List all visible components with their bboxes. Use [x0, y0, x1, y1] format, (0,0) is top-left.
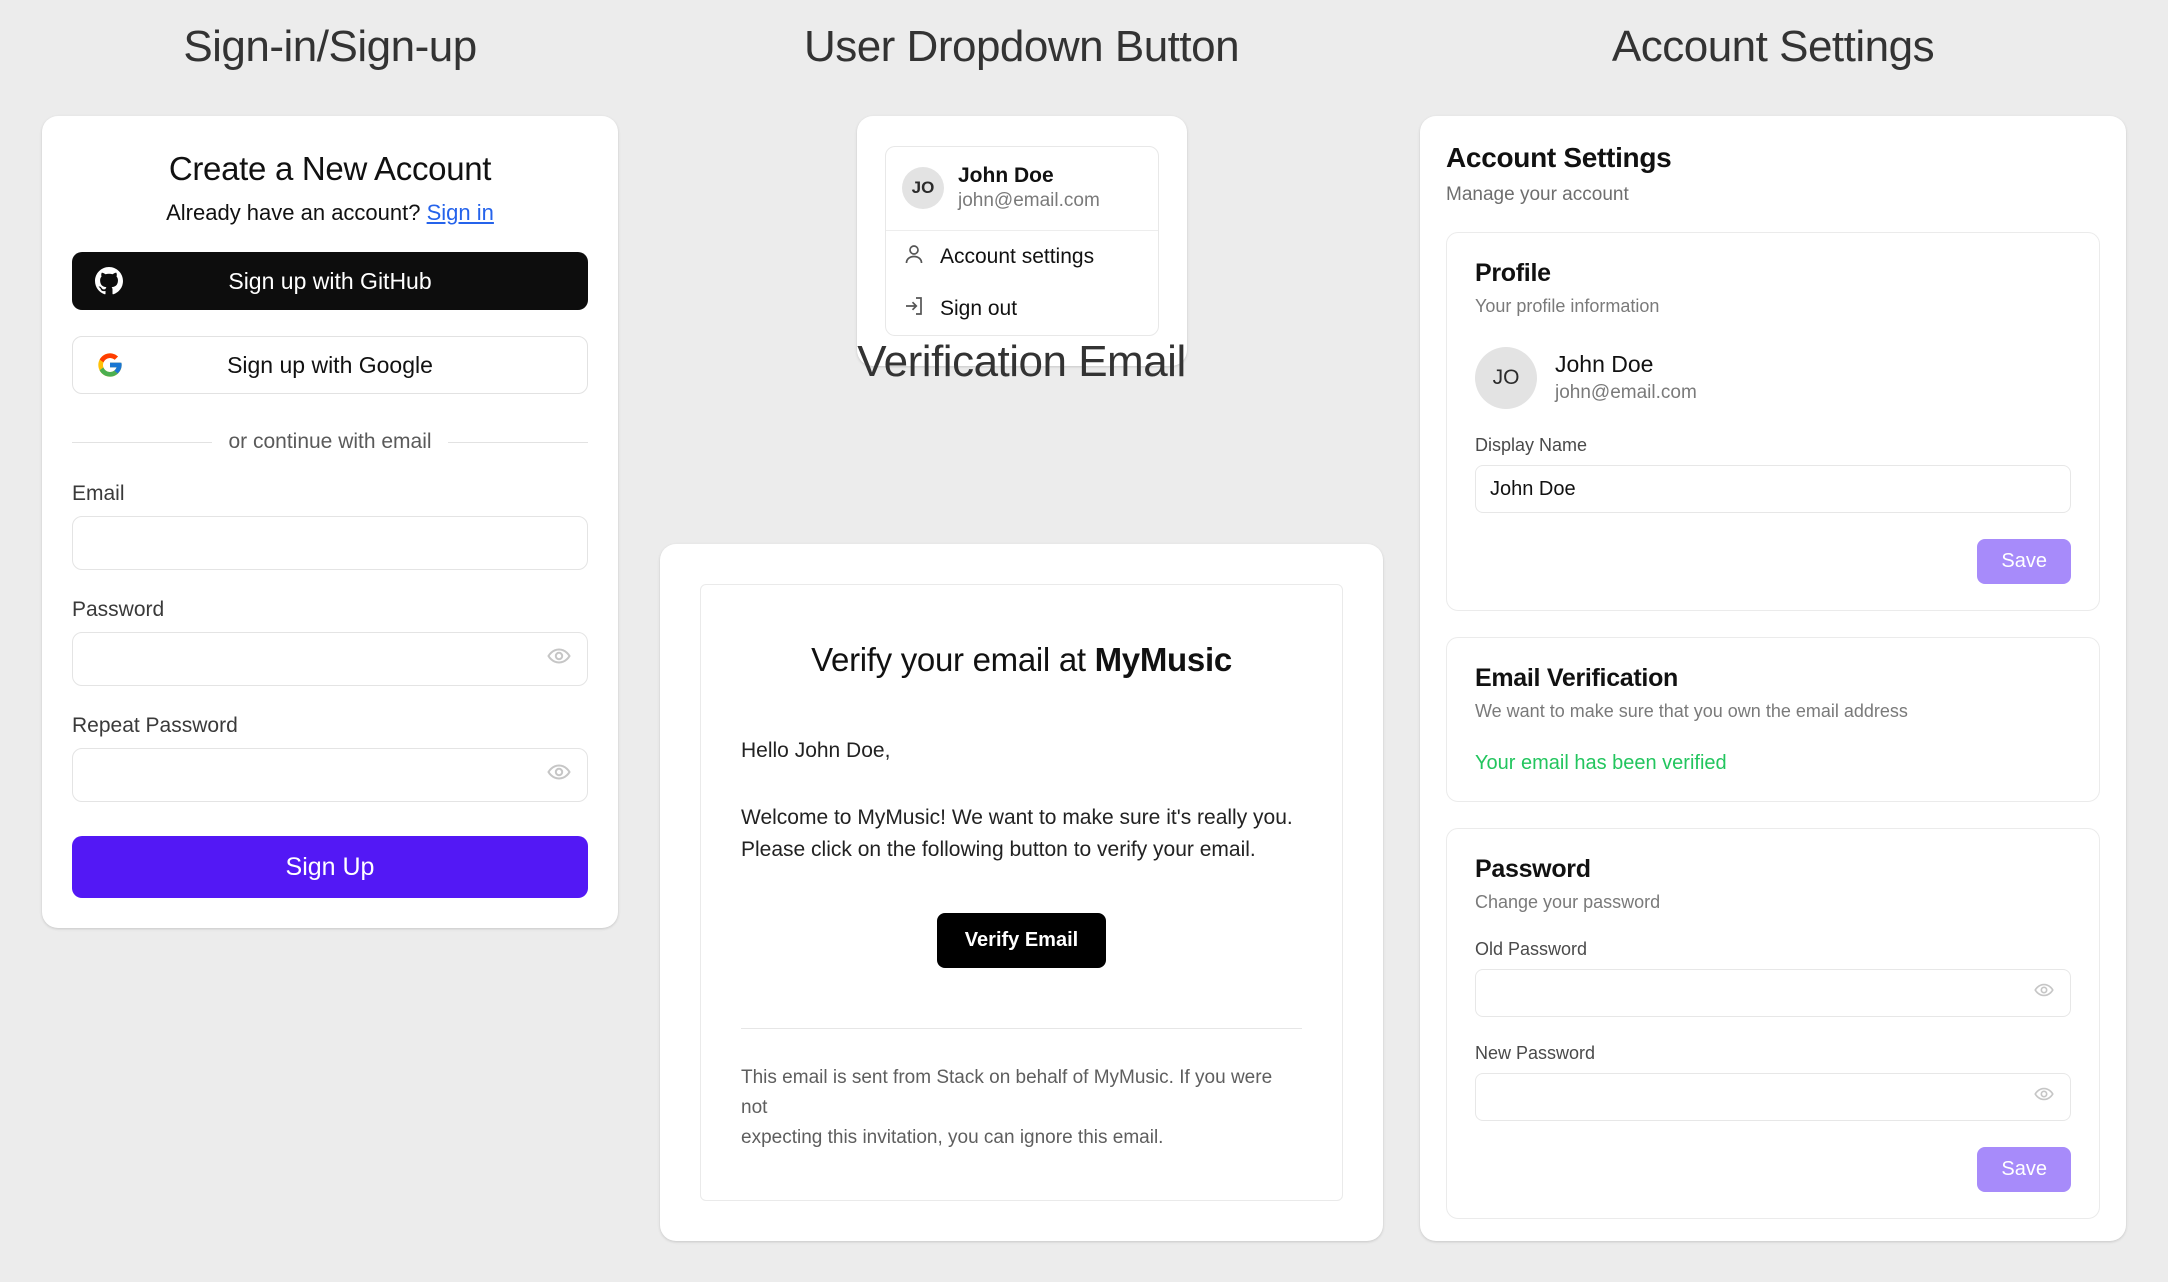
email-input[interactable] — [72, 516, 588, 570]
email-body-line-2: Please click on the following button to … — [741, 838, 1256, 862]
toggle-old-password-visibility-icon[interactable] — [2034, 980, 2054, 1006]
dropdown-user-header: JO John Doe john@email.com — [886, 147, 1158, 231]
dropdown-user-email: john@email.com — [958, 190, 1100, 212]
user-dropdown-card: JO John Doe john@email.com Account setti… — [857, 116, 1187, 366]
account-settings-title: Account Settings — [1446, 142, 1672, 173]
user-dropdown-menu: JO John Doe john@email.com Account setti… — [885, 146, 1159, 336]
email-verification-section: Email Verification We want to make sure … — [1446, 637, 2100, 802]
email-body-frame: Verify your email at MyMusic Hello John … — [700, 584, 1343, 1201]
verification-email-card: Verify your email at MyMusic Hello John … — [660, 544, 1383, 1241]
password-subtitle: Change your password — [1475, 892, 1661, 912]
email-footer: This email is sent from Stack on behalf … — [741, 1063, 1302, 1154]
dropdown-item-sign-out-label: Sign out — [940, 296, 1018, 320]
email-divider: or continue with email — [72, 430, 589, 454]
user-icon — [902, 242, 926, 272]
profile-save-row: Save — [1475, 539, 2071, 584]
signup-with-github-button[interactable]: Sign up with GitHub — [72, 252, 588, 310]
column-heading-account: Account Settings — [1611, 22, 1935, 71]
dropdown-user-name: John Doe — [958, 164, 1054, 187]
column-heading-signup: Sign-in/Sign-up — [183, 22, 477, 71]
password-section: Password Change your password Old Passwo… — [1446, 828, 2100, 1219]
old-password-input[interactable] — [1475, 969, 2071, 1017]
profile-subtitle: Your profile information — [1475, 296, 1660, 316]
email-divider-rule — [741, 1027, 1302, 1029]
email-verified-status: Your email has been verified — [1475, 752, 1727, 774]
new-password-input[interactable] — [1475, 1073, 2071, 1121]
email-heading-prefix: Verify your email at — [811, 641, 1095, 678]
profile-section: Profile Your profile information JO John… — [1446, 232, 2100, 611]
password-heading: Password — [1475, 855, 1591, 883]
email-greeting: Hello John Doe, — [741, 739, 891, 762]
repeat-password-input[interactable] — [72, 748, 588, 802]
repeat-password-label: Repeat Password — [72, 714, 238, 737]
signup-with-google-button[interactable]: Sign up with Google — [72, 336, 588, 394]
sign-out-icon — [902, 294, 926, 324]
page-root: Sign-in/Sign-up User Dropdown Button Acc… — [0, 0, 2168, 1282]
password-label: Password — [72, 598, 165, 621]
email-verification-heading: Email Verification — [1475, 664, 1679, 692]
dropdown-user-info: John Doe john@email.com — [958, 163, 1100, 214]
sign-up-button[interactable]: Sign Up — [72, 836, 588, 898]
profile-user-email: john@email.com — [1555, 382, 1697, 404]
signup-with-github-label: Sign up with GitHub — [228, 267, 432, 294]
signup-title: Create a New Account — [168, 150, 492, 187]
avatar: JO — [1475, 347, 1537, 409]
email-label: Email — [72, 482, 125, 505]
divider-line-right — [447, 441, 589, 443]
divider-label: or continue with email — [228, 430, 432, 453]
column-heading-dropdown: User Dropdown Button — [803, 22, 1240, 71]
profile-user-name: John Doe — [1555, 351, 1654, 378]
dropdown-item-sign-out[interactable]: Sign out — [886, 283, 1158, 335]
toggle-new-password-visibility-icon[interactable] — [2034, 1084, 2054, 1110]
signup-with-google-label: Sign up with Google — [227, 351, 433, 378]
email-verification-subtitle: We want to make sure that you own the em… — [1475, 701, 1908, 721]
dropdown-item-account-settings[interactable]: Account settings — [886, 231, 1158, 283]
profile-save-button[interactable]: Save — [1977, 539, 2071, 584]
email-body-line-1: Welcome to MyMusic! We want to make sure… — [741, 805, 1293, 829]
github-icon — [94, 266, 124, 296]
toggle-repeat-password-visibility-icon[interactable] — [547, 760, 571, 790]
account-settings-subtitle: Manage your account — [1446, 184, 1629, 205]
profile-heading: Profile — [1475, 259, 1551, 287]
signup-card: Create a New Account Already have an acc… — [42, 116, 618, 928]
avatar: JO — [902, 167, 944, 210]
old-password-label: Old Password — [1475, 939, 1588, 959]
password-save-button[interactable]: Save — [1977, 1147, 2071, 1192]
email-heading: Verify your email at MyMusic — [741, 641, 1302, 679]
display-name-input[interactable]: John Doe — [1475, 465, 2071, 513]
account-settings-card: Account Settings Manage your account Pro… — [1420, 116, 2126, 1241]
email-footer-line-1: This email is sent from Stack on behalf … — [741, 1066, 1273, 1119]
sign-in-link[interactable]: Sign in — [427, 200, 494, 225]
password-save-row: Save — [1475, 1147, 2071, 1192]
password-input[interactable] — [72, 632, 588, 686]
email-footer-line-2: expecting this invitation, you can ignor… — [741, 1127, 1164, 1149]
new-password-label: New Password — [1475, 1043, 1596, 1063]
divider-line-left — [72, 441, 213, 443]
dropdown-item-account-settings-label: Account settings — [940, 244, 1095, 268]
verify-email-button[interactable]: Verify Email — [936, 912, 1107, 968]
email-heading-brand: MyMusic — [1094, 641, 1233, 678]
profile-user-row: JO John Doe john@email.com — [1475, 347, 2071, 409]
display-name-label: Display Name — [1475, 435, 1588, 455]
signup-subtitle: Already have an account? Sign in — [72, 200, 588, 226]
toggle-password-visibility-icon[interactable] — [547, 644, 571, 674]
profile-user-info: John Doe john@email.com — [1555, 350, 1697, 406]
google-icon — [95, 350, 125, 380]
email-section-heading: Verification Email — [857, 337, 1186, 386]
already-have-account-text: Already have an account? — [166, 200, 421, 225]
